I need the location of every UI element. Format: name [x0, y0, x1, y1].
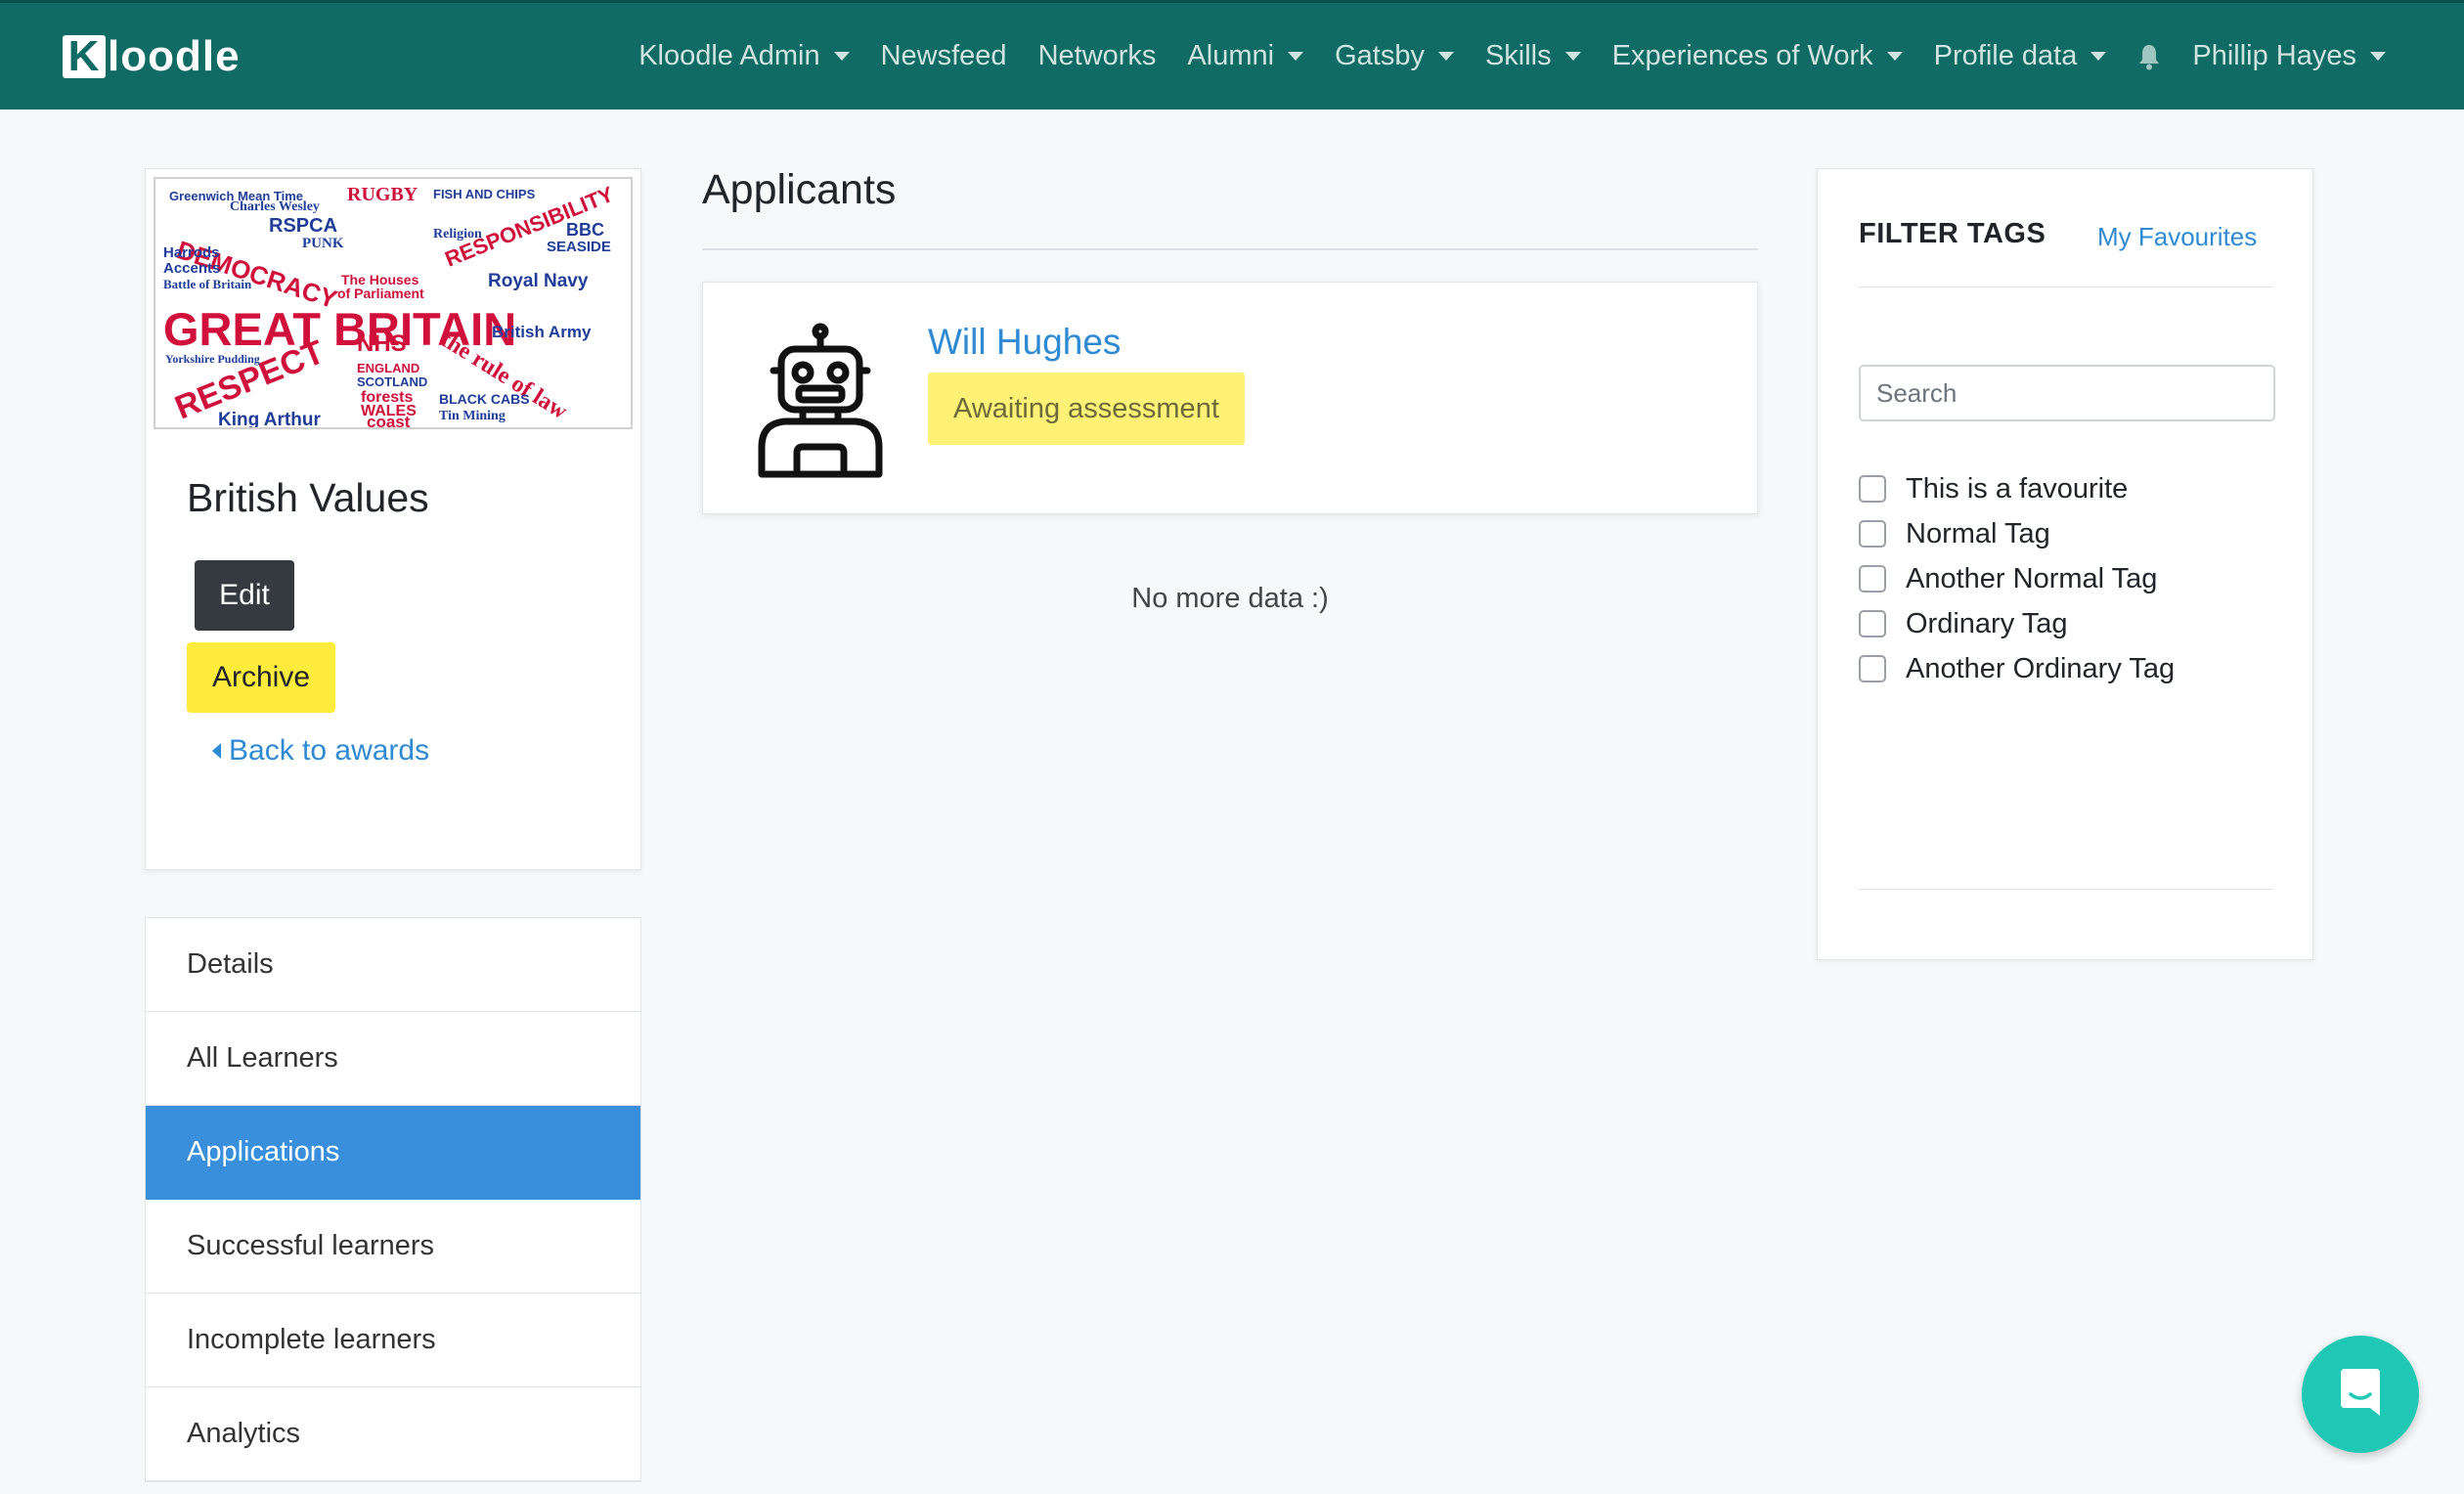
- top-navbar: Kloodle Kloodle Admin Newsfeed Networks …: [0, 0, 2464, 110]
- brand-logo-text: loodle: [108, 31, 241, 80]
- brand-logo[interactable]: Kloodle: [63, 32, 241, 81]
- applicant-card: Will Hughes Awaiting assessment: [702, 282, 1758, 514]
- award-word-cloud-image: Greenwich Mean Time RUGBY FISH AND CHIPS…: [155, 179, 631, 427]
- caret-down-icon: [833, 52, 850, 61]
- nav-alumni[interactable]: Alumni: [1171, 40, 1319, 72]
- checkbox[interactable]: [1859, 655, 1886, 682]
- nav-label: Gatsby: [1335, 40, 1425, 71]
- checkbox[interactable]: [1859, 475, 1886, 503]
- checkbox[interactable]: [1859, 610, 1886, 637]
- caret-down-icon: [1886, 52, 1903, 61]
- robot-icon: [758, 323, 883, 478]
- menu-item-incomplete-learners[interactable]: Incomplete learners: [146, 1294, 640, 1387]
- nav-user-menu[interactable]: Phillip Hayes: [2177, 40, 2401, 72]
- svg-text:Harrods: Harrods: [163, 244, 220, 261]
- caret-down-icon: [1288, 52, 1304, 61]
- nav-label: Profile data: [1933, 40, 2078, 71]
- svg-text:BBC: BBC: [566, 220, 604, 240]
- caret-left-icon: [212, 743, 221, 759]
- nav-experiences-of-work[interactable]: Experiences of Work: [1597, 40, 1918, 72]
- menu-item-details[interactable]: Details: [146, 918, 640, 1012]
- svg-text:SEASIDE: SEASIDE: [547, 239, 611, 255]
- tag-label: Normal Tag: [1906, 517, 2050, 549]
- tag-search-input[interactable]: [1859, 365, 2275, 421]
- filter-tags-title: FILTER TAGS: [1859, 218, 2046, 249]
- svg-text:RUGBY: RUGBY: [347, 184, 418, 205]
- menu-item-applications[interactable]: Applications: [146, 1106, 640, 1200]
- tag-label: Another Normal Tag: [1906, 562, 2158, 594]
- svg-text:SCOTLAND: SCOTLAND: [357, 374, 427, 389]
- filter-divider: [1859, 286, 2273, 287]
- brand-logo-box: K: [63, 32, 106, 80]
- nav-label: Kloodle Admin: [638, 40, 820, 71]
- svg-text:Charles Wesley: Charles Wesley: [230, 199, 320, 214]
- svg-text:FISH AND CHIPS: FISH AND CHIPS: [433, 187, 536, 201]
- tag-checkbox-row[interactable]: This is a favourite: [1859, 466, 2289, 511]
- nav-profile-data[interactable]: Profile data: [1918, 40, 2123, 72]
- applicant-name-link[interactable]: Will Hughes: [928, 322, 1121, 363]
- nav-skills[interactable]: Skills: [1470, 40, 1597, 72]
- award-image: Greenwich Mean Time RUGBY FISH AND CHIPS…: [154, 177, 633, 429]
- title-divider: [702, 248, 1758, 250]
- svg-text:NHS: NHS: [357, 330, 407, 357]
- nav-label: Networks: [1037, 40, 1157, 71]
- svg-text:of Parliament: of Parliament: [337, 286, 424, 301]
- tag-checkbox-row[interactable]: Ordinary Tag: [1859, 601, 2289, 646]
- tag-list: This is a favourite Normal Tag Another N…: [1859, 466, 2289, 691]
- archive-button[interactable]: Archive: [187, 642, 335, 713]
- tag-label: Ordinary Tag: [1906, 607, 2068, 639]
- end-of-list-message: No more data :): [1131, 583, 1329, 614]
- nav-label: Newsfeed: [880, 40, 1007, 71]
- tag-checkbox-row[interactable]: Another Ordinary Tag: [1859, 646, 2289, 691]
- bell-icon[interactable]: [2137, 43, 2161, 70]
- award-card: Greenwich Mean Time RUGBY FISH AND CHIPS…: [145, 168, 641, 870]
- back-to-awards-link[interactable]: Back to awards: [212, 734, 429, 768]
- chat-launcher-button[interactable]: [2302, 1336, 2419, 1453]
- svg-text:Yorkshire Pudding: Yorkshire Pudding: [165, 352, 260, 366]
- caret-down-icon: [2370, 52, 2386, 61]
- filter-bottom-divider: [1859, 889, 2273, 890]
- caret-down-icon: [2090, 52, 2107, 61]
- svg-text:coast: coast: [367, 413, 411, 427]
- checkbox[interactable]: [1859, 565, 1886, 593]
- tag-label: This is a favourite: [1906, 472, 2129, 505]
- back-link-label: Back to awards: [229, 734, 430, 767]
- svg-text:Royal Navy: Royal Navy: [488, 271, 589, 291]
- svg-text:ENGLAND: ENGLAND: [357, 361, 419, 375]
- nav-label: Skills: [1484, 40, 1552, 71]
- menu-item-successful-learners[interactable]: Successful learners: [146, 1200, 640, 1294]
- tag-checkbox-row[interactable]: Normal Tag: [1859, 511, 2289, 556]
- caret-down-icon: [1564, 52, 1581, 61]
- page-title: Applicants: [702, 166, 897, 213]
- nav-gatsby[interactable]: Gatsby: [1319, 40, 1470, 72]
- nav-networks[interactable]: Networks: [1023, 40, 1172, 72]
- status-badge: Awaiting assessment: [928, 373, 1245, 445]
- svg-text:Accents: Accents: [163, 260, 220, 277]
- nav-menu: Kloodle Admin Newsfeed Networks Alumni G…: [623, 40, 2401, 72]
- caret-down-icon: [1437, 52, 1454, 61]
- tag-label: Another Ordinary Tag: [1906, 652, 2176, 684]
- menu-item-all-learners[interactable]: All Learners: [146, 1012, 640, 1106]
- svg-text:PUNK: PUNK: [302, 236, 344, 251]
- edit-button[interactable]: Edit: [195, 560, 294, 631]
- menu-item-analytics[interactable]: Analytics: [146, 1387, 640, 1481]
- svg-text:Tin Mining: Tin Mining: [439, 409, 506, 423]
- award-side-menu: Details All Learners Applications Succes…: [145, 917, 641, 1482]
- nav-label: Experiences of Work: [1611, 40, 1873, 71]
- nav-kloodle-admin[interactable]: Kloodle Admin: [623, 40, 864, 72]
- svg-text:BLACK CABS: BLACK CABS: [439, 391, 530, 407]
- svg-text:RSPCA: RSPCA: [269, 215, 337, 237]
- svg-text:British Army: British Army: [492, 323, 592, 341]
- svg-text:Battle of Britain: Battle of Britain: [163, 277, 252, 291]
- chat-icon: [2341, 1369, 2380, 1416]
- tag-checkbox-row[interactable]: Another Normal Tag: [1859, 556, 2289, 601]
- user-name: Phillip Hayes: [2192, 40, 2356, 71]
- svg-text:King Arthur: King Arthur: [218, 410, 321, 427]
- checkbox[interactable]: [1859, 520, 1886, 548]
- award-title: British Values: [187, 475, 429, 520]
- nav-newsfeed[interactable]: Newsfeed: [865, 40, 1023, 72]
- nav-label: Alumni: [1187, 40, 1275, 71]
- filter-tags-panel: FILTER TAGS My Favourites This is a favo…: [1817, 168, 2313, 960]
- my-favourites-link[interactable]: My Favourites: [2097, 222, 2257, 252]
